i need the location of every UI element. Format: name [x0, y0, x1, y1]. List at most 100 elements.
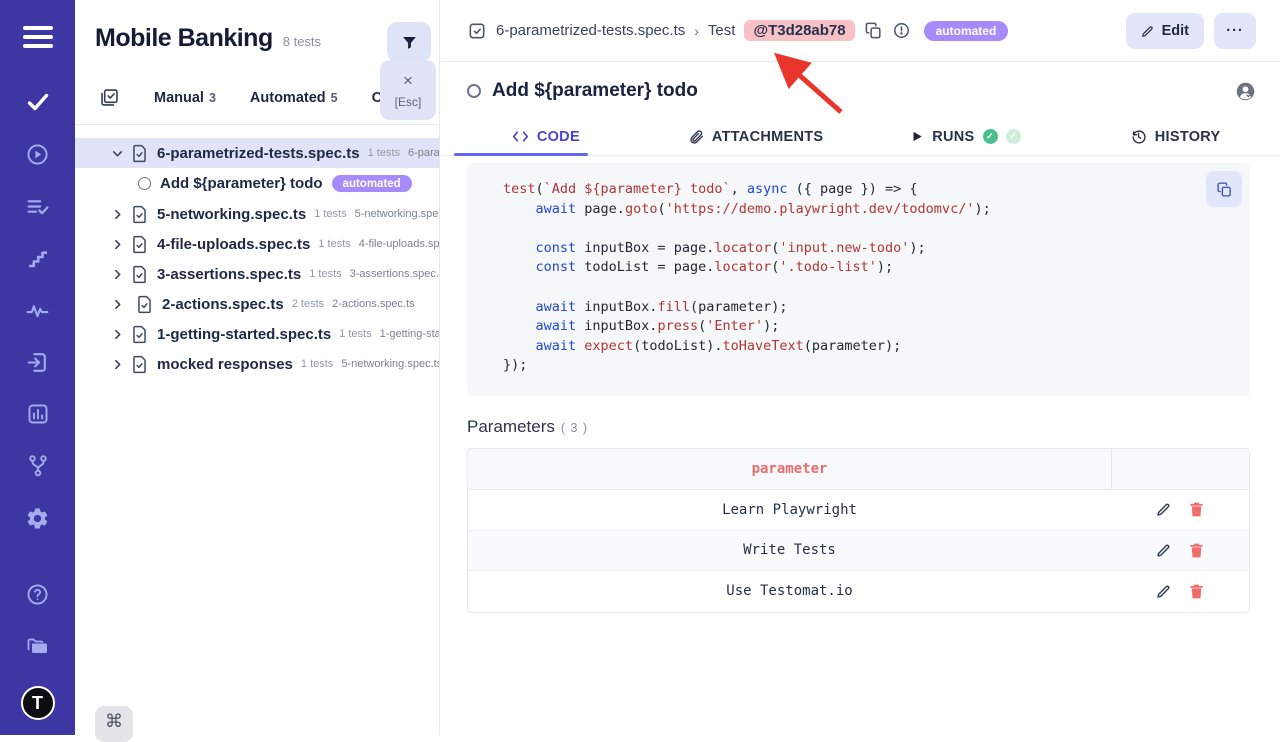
spec-test-count: 1 tests [339, 328, 371, 340]
esc-tooltip: × [Esc] [380, 60, 436, 120]
parameters-table-header: parameter [468, 449, 1249, 490]
close-icon[interactable]: × [403, 72, 413, 89]
spec-file-path: 5-networking.spec. [355, 208, 439, 220]
spec-file-icon [136, 295, 153, 314]
spec-test-count: 1 tests [314, 208, 346, 220]
spec-file-icon [131, 235, 148, 254]
sync-status-icon[interactable] [892, 21, 911, 40]
spec-name: 2-actions.spec.ts [162, 296, 284, 313]
chevron-right-icon[interactable] [111, 298, 129, 311]
chevron-right-icon[interactable] [111, 268, 124, 281]
detail-tabs: CODE ATTACHMENTS RUNS ✓ ✓ HISTORY [441, 118, 1280, 156]
tree-row-test[interactable]: Add ${parameter} todo automated [75, 168, 439, 199]
chevron-down-icon[interactable] [111, 147, 124, 160]
chevron-right-icon[interactable] [111, 238, 124, 251]
delete-parameter-icon[interactable] [1189, 501, 1204, 518]
test-id-badge[interactable]: @T3d28ab78 [744, 20, 854, 41]
more-actions-button[interactable]: ··· [1214, 13, 1256, 49]
row-actions [1111, 583, 1249, 600]
settings-gear-icon[interactable] [0, 492, 75, 544]
tree-row-spec[interactable]: 5-networking.spec.ts 1 tests 5-networking.… [75, 199, 439, 229]
automated-badge: automated [924, 21, 1009, 41]
tab-automated[interactable]: Automated 5 [250, 90, 338, 106]
analytics-pulse-icon[interactable] [0, 284, 75, 336]
spec-test-count: 1 tests [301, 358, 333, 370]
chevron-right-icon[interactable] [111, 208, 124, 221]
code-icon [512, 129, 529, 144]
row-actions [1111, 542, 1249, 559]
tab-manual[interactable]: Manual 3 [154, 90, 216, 106]
spec-test-count: 1 tests [318, 238, 350, 250]
tree-row-spec[interactable]: 4-file-uploads.spec.ts1 tests4-file-uplo… [75, 229, 439, 259]
parameter-value: Write Tests [468, 542, 1111, 558]
logo-letter: T [21, 686, 55, 720]
tree-row-spec[interactable]: 6-parametrized-tests.spec.ts1 tests6-par… [75, 138, 439, 168]
code-line: await page.goto('https://demo.playwright… [503, 200, 1250, 220]
history-clock-icon [1130, 128, 1147, 145]
test-title-row: Add ${parameter} todo [441, 62, 1280, 102]
spec-name: 5-networking.spec.ts [157, 206, 306, 223]
spec-file-icon [131, 205, 148, 224]
tree-row-spec[interactable]: mocked responses1 tests5-networking.spec… [75, 349, 439, 379]
spec-name: mocked responses [157, 356, 293, 373]
copy-id-icon[interactable] [864, 21, 883, 40]
tree-row-spec[interactable]: 2-actions.spec.ts2 tests2-actions.spec.t… [75, 289, 439, 319]
parameters-title: Parameters [467, 417, 555, 437]
code-line: await inputBox.fill(parameter); [503, 298, 1250, 318]
tab-attachments[interactable]: ATTACHMENTS [651, 118, 861, 155]
runs-play-icon[interactable] [0, 128, 75, 180]
steps-icon[interactable] [0, 232, 75, 284]
tree-row-spec[interactable]: 1-getting-started.spec.ts1 tests1-gettin… [75, 319, 439, 349]
tab-code[interactable]: CODE [441, 118, 651, 155]
checklist-icon[interactable] [99, 87, 120, 108]
reports-chart-icon[interactable] [0, 388, 75, 440]
delete-parameter-icon[interactable] [1189, 583, 1204, 600]
plans-list-check-icon[interactable] [0, 180, 75, 232]
user-avatar-icon[interactable] [1235, 81, 1256, 102]
parameter-value: Use Testomat.io [468, 583, 1111, 599]
breadcrumb-separator: › [694, 23, 699, 39]
run-status-pass-light-icon: ✓ [1006, 129, 1021, 144]
spec-name: 1-getting-started.spec.ts [157, 326, 331, 343]
delete-parameter-icon[interactable] [1189, 542, 1204, 559]
branches-icon[interactable] [0, 440, 75, 492]
automated-badge: automated [332, 175, 412, 192]
filter-button[interactable] [387, 22, 431, 62]
spec-file-path: 4-file-uploads.spe [359, 238, 439, 250]
tab-runs[interactable]: RUNS ✓ ✓ [861, 118, 1071, 155]
filter-funnel-icon [400, 33, 419, 52]
command-shortcut-badge[interactable]: ⌘ [95, 706, 133, 742]
row-actions [1111, 501, 1249, 518]
breadcrumb: 6-parametrized-tests.spec.ts › Test @T3d… [441, 0, 1280, 62]
import-icon[interactable] [0, 336, 75, 388]
copy-icon [1216, 181, 1233, 198]
test-name: Add ${parameter} todo [160, 175, 323, 192]
spec-file-icon [131, 144, 148, 163]
hamburger-menu-icon[interactable] [21, 22, 55, 52]
code-lines: test(`Add ${parameter} todo`, async ({ p… [503, 180, 1250, 376]
edit-parameter-icon[interactable] [1156, 501, 1172, 518]
spec-file-path: 6-param [408, 147, 439, 159]
edit-parameter-icon[interactable] [1156, 542, 1172, 559]
tree-row-spec[interactable]: 3-assertions.spec.ts1 tests3-assertions.… [75, 259, 439, 289]
edit-parameter-icon[interactable] [1156, 583, 1172, 600]
code-block: test(`Add ${parameter} todo`, async ({ p… [467, 163, 1250, 396]
page-title: Add ${parameter} todo [492, 80, 698, 102]
copy-code-button[interactable] [1206, 171, 1242, 207]
edit-button[interactable]: Edit [1126, 13, 1204, 49]
help-icon[interactable] [0, 568, 75, 620]
code-line [503, 278, 1250, 298]
code-line: const inputBox = page.locator('input.new… [503, 239, 1250, 259]
chevron-right-icon[interactable] [111, 358, 124, 371]
chevron-right-icon[interactable] [111, 328, 124, 341]
panel-header: Mobile Banking 8 tests [75, 0, 439, 53]
tab-history[interactable]: HISTORY [1070, 118, 1280, 155]
spec-name: 3-assertions.spec.ts [157, 266, 301, 283]
testomat-logo[interactable]: T [21, 686, 55, 720]
parameter-row: Learn Playwright [468, 490, 1249, 531]
tests-check-icon[interactable] [0, 76, 75, 128]
parameters-table-body: Learn Playwright Write Tests Use Testomat.… [468, 490, 1249, 612]
main-content: 6-parametrized-tests.spec.ts › Test @T3d… [441, 0, 1280, 735]
breadcrumb-spec-link[interactable]: 6-parametrized-tests.spec.ts [496, 22, 685, 39]
projects-folders-icon[interactable] [0, 620, 75, 672]
